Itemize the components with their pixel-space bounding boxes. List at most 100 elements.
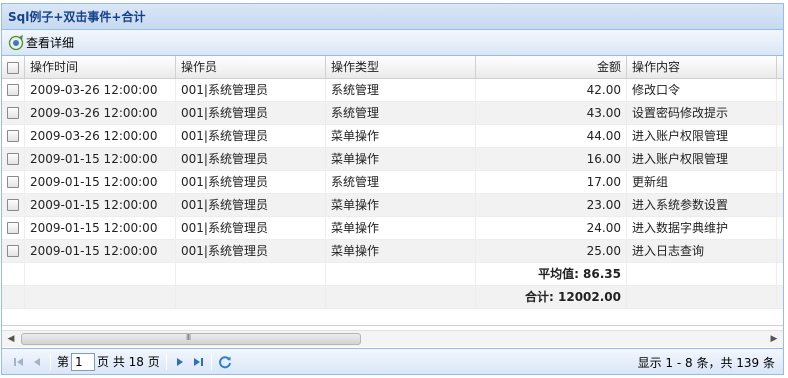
summary-average: 平均值: 86.35 [476, 263, 627, 285]
cell-operator: 001|系统管理员 [176, 194, 326, 216]
pager-separator [210, 353, 212, 370]
grid-body: 2009-03-26 12:00:00 001|系统管理员 系统管理 42.00… [2, 79, 783, 309]
page-number-input[interactable] [71, 352, 96, 371]
summary-row-total: 合计: 12002.00 [2, 286, 783, 309]
page-prefix: 第 [57, 355, 70, 369]
cell-type: 菜单操作 [326, 125, 476, 147]
cell-time: 2009-03-26 12:00:00 [25, 79, 176, 101]
column-header-amount[interactable]: 金额 [476, 56, 627, 79]
summary-spacer [2, 286, 25, 308]
row-checkbox[interactable] [7, 245, 19, 257]
scroll-left-icon[interactable]: ◀ [4, 333, 18, 346]
cell-type: 系统管理 [326, 79, 476, 101]
page-suffix: 页 共 18 页 [97, 355, 160, 369]
grid-header: 操作时间 操作员 操作类型 金额 操作内容 [2, 56, 783, 79]
cell-amount: 24.00 [476, 217, 627, 239]
cell-time: 2009-01-15 12:00:00 [25, 240, 176, 262]
table-row[interactable]: 2009-03-26 12:00:00 001|系统管理员 菜单操作 44.00… [2, 125, 783, 148]
grid-panel: Sql例子+双击事件+合计 查看详细 操作时间 操作员 操作类型 金额 操作内容… [1, 3, 784, 375]
cell-time: 2009-03-26 12:00:00 [25, 125, 176, 147]
cell-time: 2009-03-26 12:00:00 [25, 102, 176, 124]
cell-amount: 16.00 [476, 148, 627, 170]
row-checkbox-cell[interactable] [2, 148, 25, 170]
cell-operator: 001|系统管理员 [176, 171, 326, 193]
summary-spacer [627, 263, 777, 285]
table-row[interactable]: 2009-03-26 12:00:00 001|系统管理员 系统管理 43.00… [2, 102, 783, 125]
row-checkbox-cell[interactable] [2, 171, 25, 193]
horizontal-scrollbar[interactable]: ◀ III ▶ [2, 330, 783, 347]
cell-content: 更新组 [627, 171, 777, 193]
row-checkbox[interactable] [7, 199, 19, 211]
cell-content: 进入账户权限管理 [627, 125, 777, 147]
summary-spacer [627, 286, 777, 308]
row-checkbox-cell[interactable] [2, 217, 25, 239]
column-header-operator[interactable]: 操作员 [176, 56, 326, 79]
row-checkbox[interactable] [7, 130, 19, 142]
view-detail-icon [8, 34, 24, 50]
refresh-button[interactable] [216, 353, 234, 371]
cell-operator: 001|系统管理员 [176, 102, 326, 124]
row-checkbox-cell[interactable] [2, 240, 25, 262]
summary-total: 合计: 12002.00 [476, 286, 627, 308]
cell-type: 菜单操作 [326, 240, 476, 262]
next-page-button[interactable] [171, 353, 189, 371]
table-row[interactable]: 2009-01-15 12:00:00 001|系统管理员 菜单操作 23.00… [2, 194, 783, 217]
scrollbar-grip: III [186, 333, 191, 342]
table-row[interactable]: 2009-03-26 12:00:00 001|系统管理员 系统管理 42.00… [2, 79, 783, 102]
cell-type: 菜单操作 [326, 148, 476, 170]
panel-header: Sql例子+双击事件+合计 [2, 4, 783, 30]
cell-amount: 44.00 [476, 125, 627, 147]
data-grid: 操作时间 操作员 操作类型 金额 操作内容 2009-03-26 12:00:0… [2, 56, 783, 326]
summary-spacer [176, 263, 326, 285]
cell-time: 2009-01-15 12:00:00 [25, 217, 176, 239]
scrollbar-thumb[interactable]: III [21, 333, 361, 345]
cell-type: 系统管理 [326, 171, 476, 193]
cell-type: 系统管理 [326, 102, 476, 124]
row-checkbox[interactable] [7, 176, 19, 188]
paging-info: 显示 1 - 8 条，共 139 条 [637, 356, 775, 370]
first-page-icon [14, 357, 23, 366]
table-row[interactable]: 2009-01-15 12:00:00 001|系统管理员 菜单操作 24.00… [2, 217, 783, 240]
row-checkbox[interactable] [7, 222, 19, 234]
row-checkbox[interactable] [7, 153, 19, 165]
table-row[interactable]: 2009-01-15 12:00:00 001|系统管理员 菜单操作 25.00… [2, 240, 783, 263]
cell-time: 2009-01-15 12:00:00 [25, 194, 176, 216]
cell-amount: 43.00 [476, 102, 627, 124]
summary-spacer [326, 263, 476, 285]
cell-operator: 001|系统管理员 [176, 79, 326, 101]
pager-separator [165, 353, 167, 370]
summary-spacer [25, 263, 176, 285]
row-checkbox[interactable] [7, 107, 19, 119]
summary-spacer [176, 286, 326, 308]
row-checkbox-cell[interactable] [2, 79, 25, 101]
row-checkbox-cell[interactable] [2, 102, 25, 124]
next-page-icon [176, 357, 183, 366]
last-page-button[interactable] [189, 353, 207, 371]
table-row[interactable]: 2009-01-15 12:00:00 001|系统管理员 系统管理 17.00… [2, 171, 783, 194]
select-all-checkbox[interactable] [7, 61, 19, 74]
column-header-time[interactable]: 操作时间 [25, 56, 176, 79]
column-header-type[interactable]: 操作类型 [326, 56, 476, 79]
cell-time: 2009-01-15 12:00:00 [25, 148, 176, 170]
row-checkbox-cell[interactable] [2, 194, 25, 216]
cell-content: 设置密码修改提示 [627, 102, 777, 124]
cell-time: 2009-01-15 12:00:00 [25, 171, 176, 193]
scroll-right-icon[interactable]: ▶ [767, 333, 781, 346]
cell-amount: 25.00 [476, 240, 627, 262]
column-header-content[interactable]: 操作内容 [627, 56, 777, 79]
cell-content: 进入数据字典维护 [627, 217, 777, 239]
cell-amount: 17.00 [476, 171, 627, 193]
prev-page-button[interactable] [28, 353, 46, 371]
select-all-checkbox-cell[interactable] [2, 56, 25, 79]
pager-separator [50, 353, 51, 370]
panel-title: Sql例子+双击事件+合计 [8, 10, 146, 24]
prev-page-icon [34, 357, 40, 366]
view-detail-button[interactable]: 查看详细 [8, 34, 74, 51]
row-checkbox[interactable] [7, 84, 19, 96]
cell-amount: 23.00 [476, 194, 627, 216]
cell-amount: 42.00 [476, 79, 627, 101]
first-page-button[interactable] [10, 353, 28, 371]
row-checkbox-cell[interactable] [2, 125, 25, 147]
table-row[interactable]: 2009-01-15 12:00:00 001|系统管理员 菜单操作 16.00… [2, 148, 783, 171]
cell-content: 进入日志查询 [627, 240, 777, 262]
